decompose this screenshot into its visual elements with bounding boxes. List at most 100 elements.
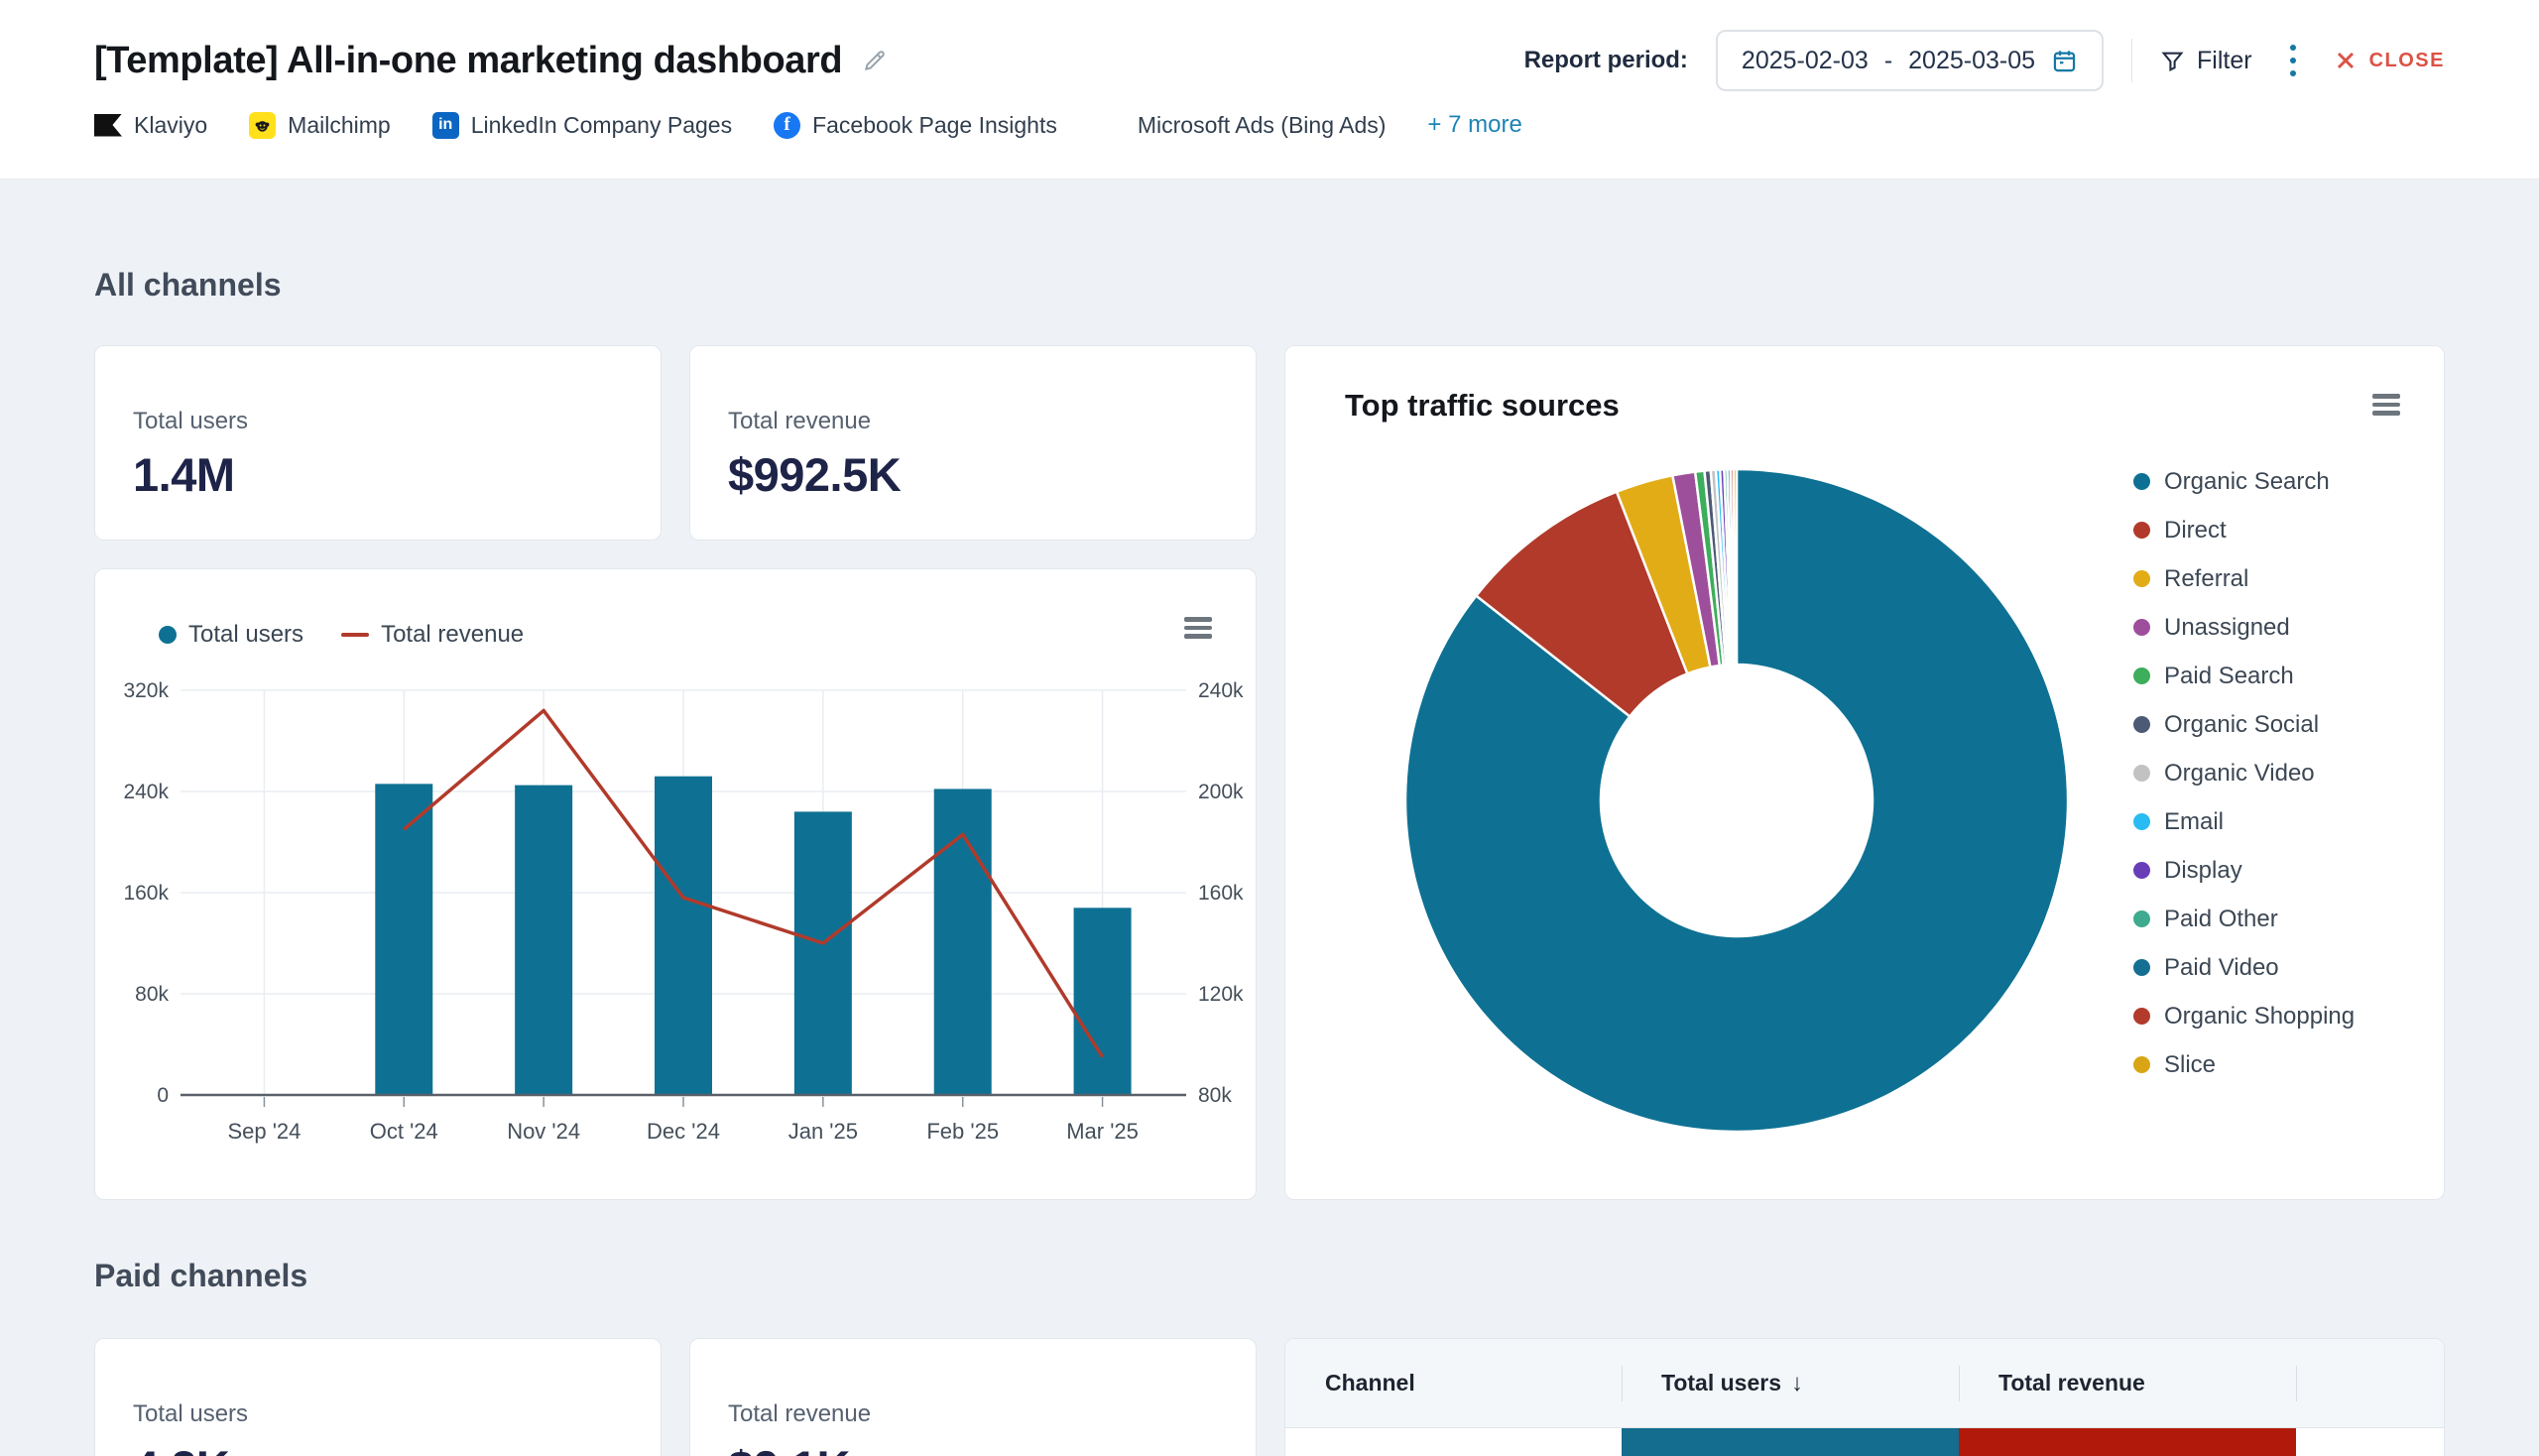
integration-facebook[interactable]: f Facebook Page Insights: [774, 112, 1057, 139]
donut-legend-item-organic-search[interactable]: Organic Search: [2133, 457, 2355, 506]
svg-text:240k: 240k: [1198, 679, 1244, 702]
section-title-paid-channels: Paid channels: [94, 1258, 2445, 1294]
date-separator: -: [1884, 47, 1892, 75]
column-header-channel[interactable]: Channel: [1285, 1339, 1622, 1427]
legend-label: Direct: [2164, 517, 2227, 545]
svg-text:320k: 320k: [123, 679, 169, 702]
integration-name: LinkedIn Company Pages: [471, 112, 732, 139]
legend-label: Referral: [2164, 565, 2248, 593]
svg-text:200k: 200k: [1198, 781, 1244, 803]
stat-label: Total users: [133, 1400, 623, 1428]
column-header-total-revenue[interactable]: Total revenue: [1959, 1339, 2296, 1427]
donut-legend-item-email[interactable]: Email: [2133, 797, 2355, 846]
page-title: [Template] All-in-one marketing dashboar…: [94, 40, 842, 82]
close-icon: [2334, 49, 2358, 72]
legend-label: Unassigned: [2164, 614, 2290, 642]
edit-title-icon[interactable]: [862, 48, 888, 73]
all-channels-stat-cards: Total users 1.4M Total revenue $992.5K: [94, 345, 1257, 541]
legend-label: Organic Video: [2164, 760, 2315, 788]
svg-text:80k: 80k: [135, 983, 169, 1006]
svg-text:Feb '25: Feb '25: [926, 1119, 999, 1144]
stat-card-total-revenue: Total revenue $9.1K: [689, 1338, 1257, 1456]
combo-chart-canvas: 080k80k120k160k160k240k200k320k240kSep '…: [95, 569, 1258, 1201]
total-revenue-heat-cell: [1959, 1428, 2296, 1456]
date-range-input[interactable]: 2025-02-03 - 2025-03-05: [1716, 30, 2104, 91]
linkedin-logo-icon: in: [432, 112, 459, 139]
channel-cell: [1285, 1428, 1622, 1456]
donut-chart-canvas: [1285, 467, 2188, 1134]
close-button[interactable]: CLOSE: [2334, 49, 2445, 72]
legend-dot-icon: [2133, 667, 2150, 684]
donut-legend-item-organic-social[interactable]: Organic Social: [2133, 700, 2355, 749]
date-start: 2025-02-03: [1742, 47, 1869, 75]
calendar-icon[interactable]: [2051, 48, 2078, 74]
filter-button[interactable]: Filter: [2160, 47, 2252, 75]
integration-name: Microsoft Ads (Bing Ads): [1138, 112, 1387, 139]
svg-text:Mar '25: Mar '25: [1066, 1119, 1139, 1144]
donut-legend-item-slice[interactable]: Slice: [2133, 1040, 2355, 1089]
legend-label: Organic Social: [2164, 711, 2319, 739]
more-options-button[interactable]: [2280, 39, 2306, 82]
svg-text:80k: 80k: [1198, 1084, 1232, 1107]
facebook-logo-icon: f: [774, 112, 800, 139]
donut-legend-item-paid-video[interactable]: Paid Video: [2133, 943, 2355, 992]
svg-text:Dec '24: Dec '24: [647, 1119, 720, 1144]
close-label: CLOSE: [2369, 50, 2445, 72]
dashboard-page: [Template] All-in-one marketing dashboar…: [0, 0, 2539, 1456]
donut-legend-item-paid-other[interactable]: Paid Other: [2133, 895, 2355, 943]
integration-mailchimp[interactable]: Mailchimp: [249, 112, 391, 139]
donut-legend-item-referral[interactable]: Referral: [2133, 554, 2355, 603]
donut-legend-item-direct[interactable]: Direct: [2133, 506, 2355, 554]
klaviyo-logo-icon: [94, 114, 122, 137]
donut-legend-item-display[interactable]: Display: [2133, 846, 2355, 895]
more-integrations-link[interactable]: + 7 more: [1427, 111, 1521, 139]
legend-label: Email: [2164, 808, 2224, 836]
stat-label: Total revenue: [728, 1400, 1218, 1428]
stat-card-total-users: Total users 4.2K: [94, 1338, 662, 1456]
total-users-heat-cell: [1622, 1428, 1959, 1456]
column-header-total-users[interactable]: Total users ↓: [1622, 1339, 1959, 1427]
legend-dot-icon: [2133, 1008, 2150, 1025]
integrations-list: Klaviyo Mailchimp in LinkedIn Company Pages…: [94, 111, 2445, 139]
svg-text:Oct '24: Oct '24: [370, 1119, 438, 1144]
microsoft-logo-icon: [1099, 112, 1126, 139]
header-actions: Report period: 2025-02-03 - 2025-03-05 F…: [1524, 30, 2445, 91]
mailchimp-logo-icon: [249, 112, 276, 139]
users-revenue-combo-chart-card: Total usersTotal revenue 080k80k120k160k…: [94, 568, 1257, 1200]
legend-label: Slice: [2164, 1051, 2216, 1079]
donut-legend-item-paid-search[interactable]: Paid Search: [2133, 652, 2355, 700]
svg-text:240k: 240k: [123, 781, 169, 803]
paid-channels-table-card: Channel Total users ↓ Total revenue: [1284, 1338, 2445, 1456]
column-header-empty: [2296, 1339, 2444, 1427]
integration-name: Facebook Page Insights: [812, 112, 1057, 139]
legend-label: Display: [2164, 857, 2242, 885]
legend-label: Paid Video: [2164, 954, 2279, 982]
integration-linkedin[interactable]: in LinkedIn Company Pages: [432, 112, 732, 139]
report-header: [Template] All-in-one marketing dashboar…: [0, 0, 2539, 180]
legend-label: Paid Other: [2164, 906, 2278, 933]
legend-label: Paid Search: [2164, 663, 2294, 690]
legend-dot-icon: [2133, 765, 2150, 782]
report-body: All channels Total users 1.4M Total reve…: [0, 267, 2539, 1456]
legend-dot-icon: [2133, 522, 2150, 539]
section-title-all-channels: All channels: [94, 267, 2445, 303]
paid-channels-grid: Total users 4.2K Total revenue $9.1K Cha…: [94, 1338, 2445, 1456]
svg-text:Sep '24: Sep '24: [227, 1119, 301, 1144]
legend-label: Organic Search: [2164, 468, 2330, 496]
donut-legend-item-organic-video[interactable]: Organic Video: [2133, 749, 2355, 797]
integration-microsoft[interactable]: Microsoft Ads (Bing Ads): [1099, 112, 1387, 139]
donut-legend-item-organic-shopping[interactable]: Organic Shopping: [2133, 992, 2355, 1040]
stat-card-total-revenue: Total revenue $992.5K: [689, 345, 1257, 541]
svg-text:0: 0: [157, 1084, 169, 1107]
svg-text:160k: 160k: [123, 882, 169, 905]
funnel-icon: [2160, 49, 2185, 73]
legend-dot-icon: [2133, 862, 2150, 879]
donut-legend-item-unassigned[interactable]: Unassigned: [2133, 603, 2355, 652]
legend-dot-icon: [2133, 619, 2150, 636]
legend-dot-icon: [2133, 716, 2150, 733]
integration-klaviyo[interactable]: Klaviyo: [94, 112, 207, 139]
legend-dot-icon: [2133, 910, 2150, 927]
chart-menu-icon[interactable]: [2372, 394, 2400, 416]
sort-desc-icon: ↓: [1791, 1370, 1803, 1397]
stat-value: $9.1K: [728, 1440, 1218, 1456]
